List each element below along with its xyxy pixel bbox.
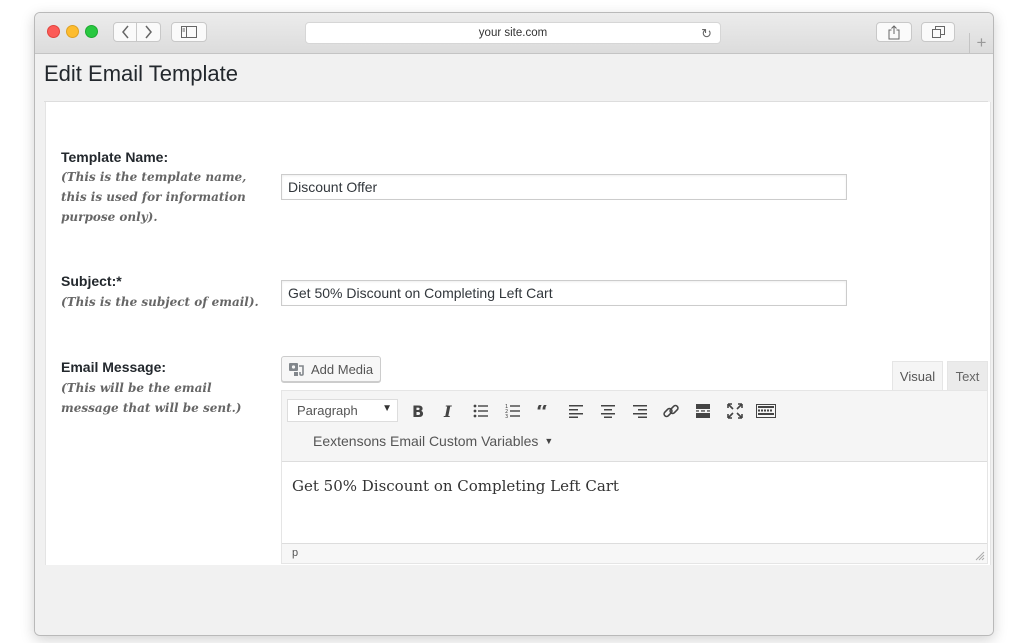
editor-toolbar: Paragraph ▼ B I 123 Eextensons Email Cus… [282,391,987,462]
close-window-button[interactable] [47,25,60,38]
share-button[interactable] [876,22,912,42]
browser-titlebar: your site.com ↻ + [35,13,993,54]
blockquote-icon[interactable]: “ [532,399,556,423]
custom-variables-label: Eextensons Email Custom Variables [313,433,539,449]
custom-variables-dropdown[interactable]: Eextensons Email Custom Variables ▼ [313,431,553,451]
sidebar-icon [181,26,197,38]
chevron-right-icon [145,25,152,39]
format-select-value: Paragraph [297,403,358,418]
italic-icon[interactable]: I [437,399,461,423]
back-button[interactable] [113,22,137,42]
add-media-icon [289,362,304,376]
form-panel: Template Name: (This is the template nam… [45,102,991,565]
caret-down-icon: ▼ [382,403,392,414]
svg-text:B: B [412,404,424,418]
sidebar-toggle-button[interactable] [171,22,207,42]
numbered-list-icon[interactable]: 123 [501,399,525,423]
caret-down-icon: ▼ [544,436,554,446]
bold-icon[interactable]: B [406,399,430,423]
subject-label: Subject:* [61,273,122,289]
maximize-window-button[interactable] [85,25,98,38]
url-text: your site.com [478,27,548,39]
bulleted-list-icon[interactable] [469,399,493,423]
email-message-label: Email Message: [61,359,167,375]
editor-statusbar: p [282,543,987,563]
align-right-icon[interactable] [628,399,652,423]
svg-text:I: I [443,404,452,418]
svg-text:“: “ [536,405,549,417]
reload-icon[interactable]: ↻ [701,26,712,42]
resize-handle-icon[interactable] [975,551,985,561]
toolbar-toggle-icon[interactable] [754,399,778,423]
subject-hint: (This is the subject of email). [61,295,259,309]
element-path[interactable]: p [292,547,298,559]
forward-button[interactable] [137,22,161,42]
template-name-input[interactable] [281,174,847,200]
fullscreen-icon[interactable] [723,399,747,423]
editor-content[interactable]: Get 50% Discount on Completing Left Cart [292,477,619,495]
template-name-hint: (This is the template name, this is used… [61,170,247,224]
address-bar[interactable]: your site.com ↻ [305,22,721,44]
subject-input[interactable] [281,280,847,306]
svg-text:3: 3 [505,414,508,418]
plus-icon: + [976,33,987,52]
email-message-hint: (This will be the email message that wil… [61,381,242,415]
tab-text[interactable]: Text [947,361,988,390]
tab-visual[interactable]: Visual [892,361,943,390]
rich-text-editor: Paragraph ▼ B I 123 Eextensons Email Cus… [281,390,988,564]
show-tabs-button[interactable] [921,22,955,42]
page-title: Edit Email Template [44,61,239,86]
format-select[interactable]: Paragraph ▼ [287,399,398,422]
add-media-label: Add Media [311,361,374,377]
share-icon [888,24,900,39]
add-media-button[interactable]: Add Media [281,356,381,382]
read-more-icon[interactable] [691,399,715,423]
link-icon[interactable] [659,399,683,423]
minimize-window-button[interactable] [66,25,79,38]
align-left-icon[interactable] [564,399,588,423]
align-center-icon[interactable] [596,399,620,423]
chevron-left-icon [121,25,129,39]
browser-window: your site.com ↻ + Edit Email Template Te… [34,12,994,636]
page-content: Edit Email Template Template Name: (This… [35,54,993,635]
tabs-overview-icon [931,26,945,38]
template-name-label: Template Name: [61,149,169,165]
new-tab-button[interactable]: + [969,33,993,53]
